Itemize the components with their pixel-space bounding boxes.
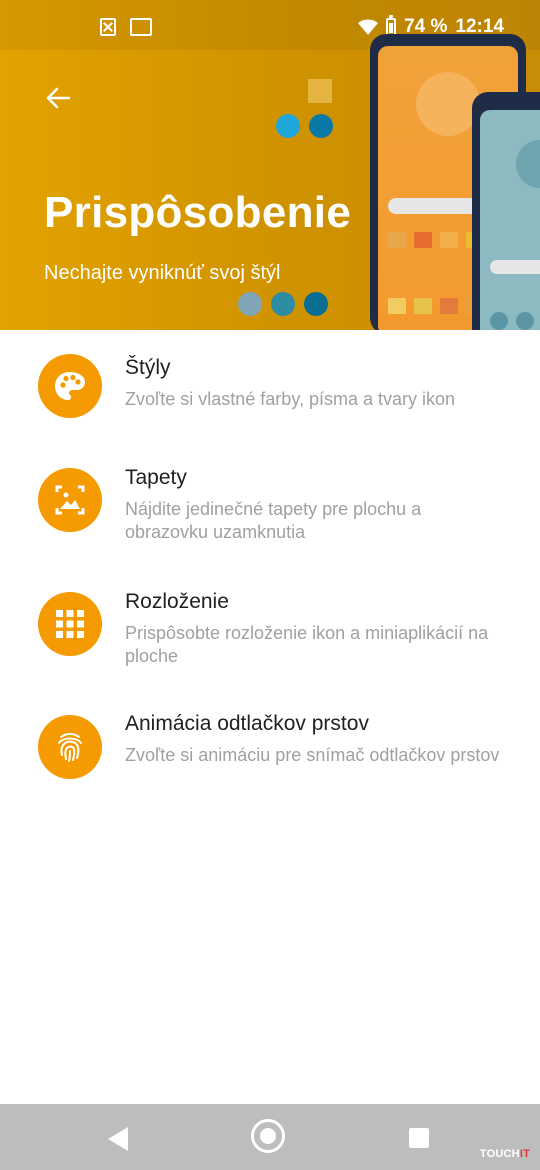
list-item-text: Štýly Zvoľte si vlastné farby, písma a t… xyxy=(125,356,504,411)
decor-square xyxy=(414,232,432,248)
decor-dot xyxy=(238,292,262,316)
list-item-text: Animácia odtlačkov prstov Zvoľte si anim… xyxy=(125,712,504,767)
header-banner: 74 % 12:14 Prispôsobenie Nechajte vynikn… xyxy=(0,0,540,330)
list-item-text: Rozloženie Prispôsobte rozloženie ikon a… xyxy=(125,590,504,668)
list-item-desc: Prispôsobte rozloženie ikon a miniapliká… xyxy=(125,623,489,666)
watermark-part2: IT xyxy=(519,1148,530,1160)
page-subtitle: Nechajte vyniknúť svoj štýl xyxy=(44,262,281,284)
nav-home-icon[interactable] xyxy=(251,1119,285,1153)
list-item-text: Tapety Nájdite jedinečné tapety pre ploc… xyxy=(125,466,504,544)
wallpaper-icon xyxy=(38,468,102,532)
watermark-logo: TOUCHIT xyxy=(480,1148,530,1160)
list-item-layout[interactable]: Rozloženie Prispôsobte rozloženie ikon a… xyxy=(0,590,540,700)
list-item-title: Tapety xyxy=(125,466,187,489)
list-item-title: Rozloženie xyxy=(125,590,229,613)
nav-recents-icon[interactable] xyxy=(409,1128,429,1148)
decor-dot xyxy=(516,312,534,330)
status-notification-icons xyxy=(100,18,152,36)
system-navigation-bar: TOUCHIT xyxy=(0,1104,540,1170)
outlook-icon xyxy=(130,18,152,36)
list-item-desc: Zvoľte si vlastné farby, písma a tvary i… xyxy=(125,389,456,409)
decor-dot xyxy=(490,312,508,330)
wifi-icon xyxy=(358,19,379,35)
nav-back-icon[interactable] xyxy=(108,1127,128,1151)
list-item-title: Animácia odtlačkov prstov xyxy=(125,712,369,735)
decor-dot xyxy=(309,114,333,138)
decor-square xyxy=(414,298,432,314)
watermark-part1: TOUCH xyxy=(479,1148,520,1160)
decor-square xyxy=(388,232,406,248)
palette-icon xyxy=(38,354,102,418)
page-title: Prispôsobenie xyxy=(44,188,352,237)
decor-circle xyxy=(516,140,540,188)
decor-dot xyxy=(271,292,295,316)
decor-square xyxy=(440,298,458,314)
list-item-title: Štýly xyxy=(125,356,171,379)
decor-circle xyxy=(416,72,480,136)
decor-dot xyxy=(276,114,300,138)
back-button[interactable] xyxy=(40,80,76,116)
sim-card-icon xyxy=(100,18,116,36)
arrow-left-icon xyxy=(46,87,71,109)
decor-square xyxy=(388,298,406,314)
list-item-desc: Zvoľte si animáciu pre snímač odtlačkov … xyxy=(125,745,500,765)
decor-phone-2-screen xyxy=(480,110,540,330)
decor-dot xyxy=(304,292,328,316)
list-item-desc: Nájdite jedinečné tapety pre plochu a ob… xyxy=(125,499,422,542)
decor-bar xyxy=(388,198,478,214)
grid-icon xyxy=(38,592,102,656)
decor-bar xyxy=(490,260,540,274)
decor-square xyxy=(308,79,332,103)
list-item-styles[interactable]: Štýly Zvoľte si vlastné farby, písma a t… xyxy=(0,350,540,460)
decor-phone-2 xyxy=(472,92,540,330)
fingerprint-icon xyxy=(38,715,102,779)
list-item-wallpapers[interactable]: Tapety Nájdite jedinečné tapety pre ploc… xyxy=(0,466,540,576)
decor-square xyxy=(440,232,458,248)
list-item-fingerprint-animation[interactable]: Animácia odtlačkov prstov Zvoľte si anim… xyxy=(0,712,540,822)
